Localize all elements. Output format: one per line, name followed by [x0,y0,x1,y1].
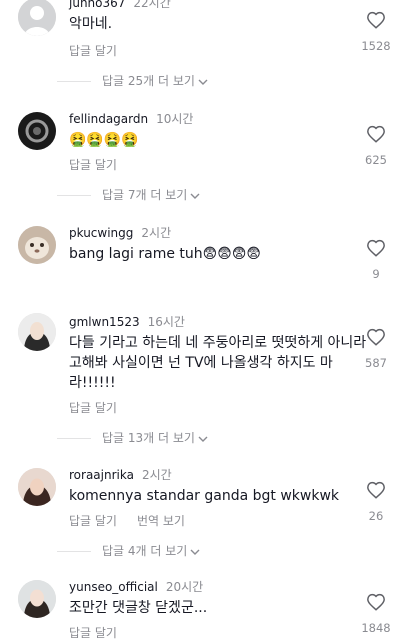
comment-text: 조만간 댓글창 닫겠군... [69,600,208,616]
reply-row: 답글 달기 [69,156,117,173]
comment-time: 22시간 [133,0,171,10]
comment-meta: junho367 22시간 [69,0,171,11]
comment-username[interactable]: gmlwn1523 [69,315,140,329]
comment-username[interactable]: fellindagardn [69,112,148,126]
like-button[interactable]: 1528 [359,11,393,53]
reply-button[interactable]: 답글 달기 [69,44,117,58]
like-button[interactable]: 587 [359,328,393,370]
comment-time: 10시간 [156,112,194,126]
comment-text: 악마네. [69,16,113,32]
chevron-down-icon [198,75,208,89]
chevron-down-icon [190,189,200,203]
chevron-down-icon [198,432,208,446]
avatar[interactable] [18,226,56,264]
comment-time: 2시간 [141,226,172,240]
comment-time: 2시간 [141,468,172,482]
heart-icon [367,125,385,143]
heart-icon [367,11,385,29]
default-avatar-icon [18,0,56,36]
chevron-down-icon [190,545,200,559]
heart-icon [367,481,385,499]
reply-row: 답글 달기 [69,399,117,416]
comment-text: komennya standar ganda bgt wkwkwk [69,488,340,504]
view-more-replies-label: 답글 4개 더 보기 [102,544,188,558]
avatar[interactable] [18,580,56,618]
comment-time: 20시간 [165,580,204,594]
divider-line [57,195,91,196]
view-more-replies-label: 답글 7개 더 보기 [102,188,188,202]
comment-meta: yunseo_official 20시간 [69,578,203,595]
comment-time: 16시간 [147,315,185,329]
reply-row: 답글 달기 번역 보기 [69,512,185,529]
view-more-replies[interactable]: 답글 4개 더 보기 [57,542,200,559]
like-count: 1848 [361,621,391,635]
comment-text: bang lagi rame tuh😨😨😨😨 [69,246,262,262]
view-more-replies[interactable]: 답글 7개 더 보기 [57,186,200,203]
reply-row: 답글 달기 [69,624,117,641]
comment-username[interactable]: junho367 [69,0,125,10]
comment-text: 다들 기라고 하는데 네 주둥아리로 떳떳하게 아니라고해봐 사실이면 넌 TV… [69,335,367,391]
like-button[interactable]: 1848 [359,593,393,635]
comment-text: 🤮🤮🤮🤮 [69,132,139,148]
translate-button[interactable]: 번역 보기 [137,514,185,528]
comment-username[interactable]: pkucwingg [69,226,133,240]
like-button[interactable]: 26 [359,481,393,523]
divider-line [57,551,91,552]
like-button[interactable]: 625 [359,125,393,167]
avatar-icon [18,226,56,264]
avatar[interactable] [18,112,56,150]
avatar[interactable] [18,468,56,506]
like-count: 625 [365,153,387,167]
comment-meta: fellindagardn 10시간 [69,110,193,127]
view-more-replies-label: 답글 25개 더 보기 [102,74,195,88]
comment-meta: pkucwingg 2시간 [69,224,171,241]
comment-username[interactable]: roraajnrika [69,468,134,482]
divider-line [57,81,91,82]
reply-button[interactable]: 답글 달기 [69,401,117,415]
avatar-icon [18,580,56,618]
view-more-replies[interactable]: 답글 25개 더 보기 [57,72,208,89]
avatar-icon [18,313,56,351]
comment-meta: roraajnrika 2시간 [69,466,172,483]
heart-icon [367,593,385,611]
like-count: 1528 [361,39,391,53]
reply-button[interactable]: 답글 달기 [69,514,117,528]
avatar[interactable] [18,313,56,351]
like-button[interactable]: 9 [359,239,393,281]
comment-username[interactable]: yunseo_official [69,580,158,594]
avatar-icon [18,112,56,150]
like-count: 9 [372,267,380,281]
comment-meta: gmlwn1523 16시간 [69,313,185,330]
view-more-replies[interactable]: 답글 13개 더 보기 [57,429,208,446]
view-more-replies-label: 답글 13개 더 보기 [102,431,195,445]
heart-icon [367,239,385,257]
reply-row: 답글 달기 [69,42,117,59]
like-count: 587 [365,356,387,370]
avatar-icon [18,468,56,506]
avatar[interactable] [18,0,56,36]
heart-icon [367,328,385,346]
reply-button[interactable]: 답글 달기 [69,626,117,640]
divider-line [57,438,91,439]
reply-button[interactable]: 답글 달기 [69,158,117,172]
like-count: 26 [368,509,384,523]
